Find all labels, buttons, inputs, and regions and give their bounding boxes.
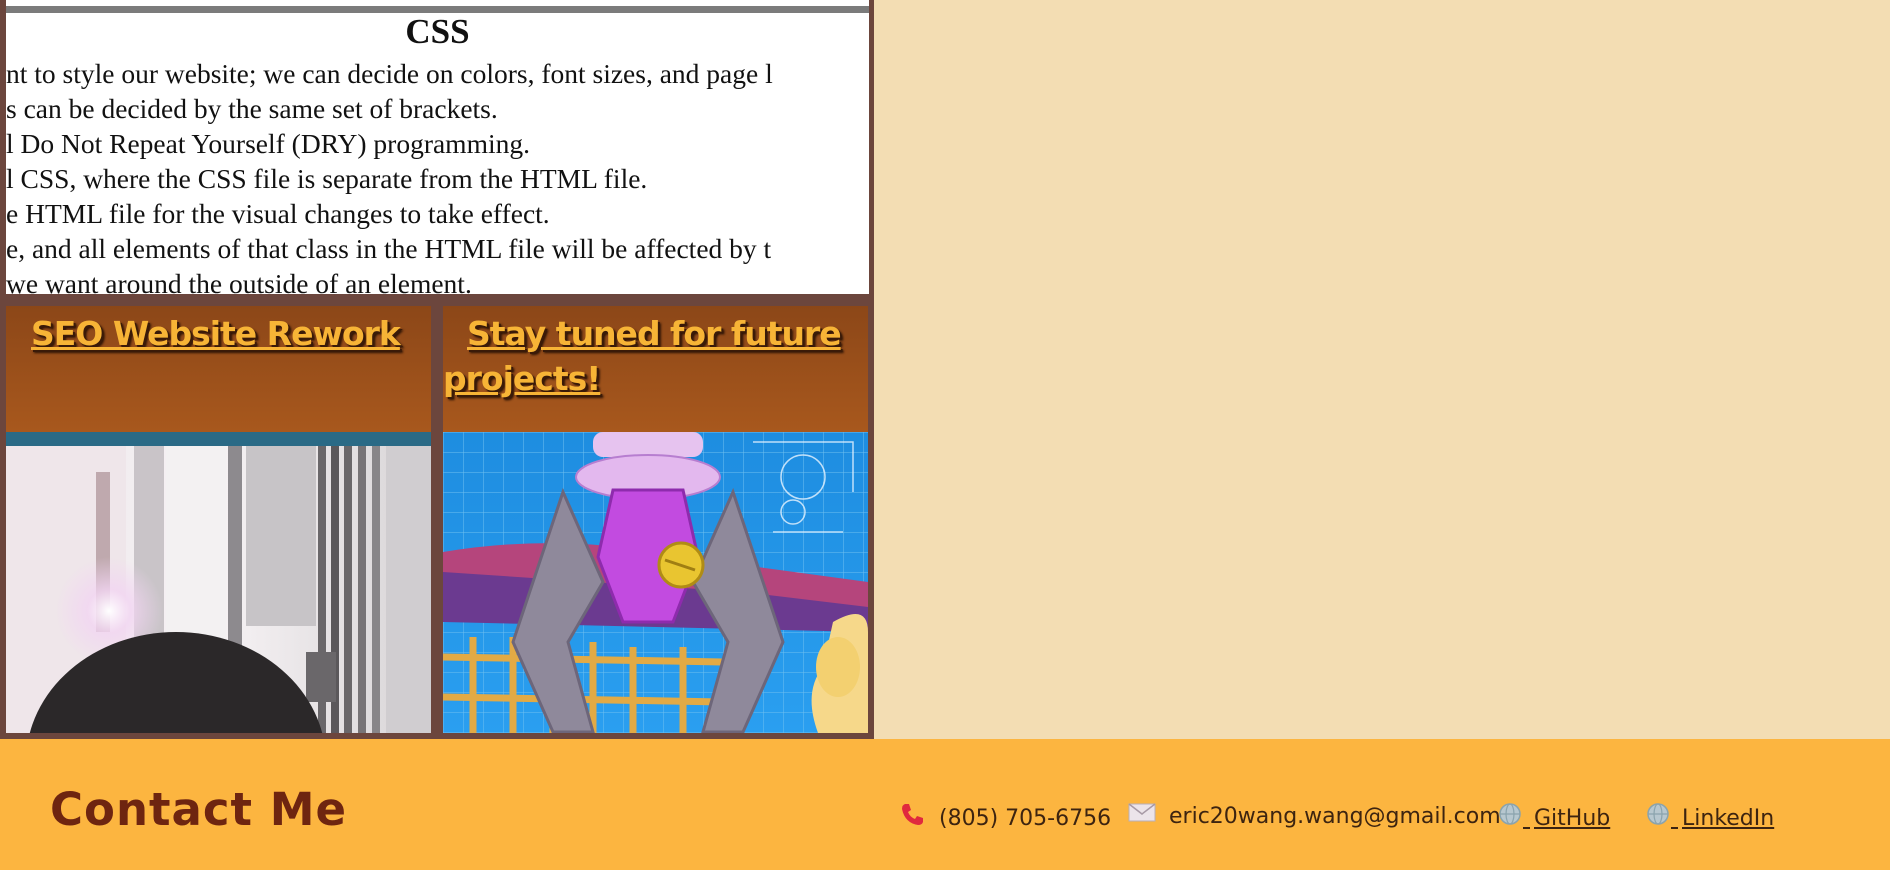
phone-icon xyxy=(900,801,926,836)
contact-footer: Contact Me (805) 705-6756 eric20wang.wan… xyxy=(0,739,1890,870)
linkedin-contact: LinkedIn xyxy=(1645,801,1774,831)
email-address[interactable]: eric20wang.wang@gmail.com xyxy=(1169,804,1501,829)
linkedin-link[interactable]: LinkedIn xyxy=(1645,803,1775,831)
future-project-image[interactable] xyxy=(443,432,868,733)
globe-icon xyxy=(1645,801,1671,836)
css-card-line: e HTML file for the visual changes to ta… xyxy=(6,198,550,229)
phone-contact: (805) 705-6756 xyxy=(900,801,1111,831)
contact-heading: Contact Me xyxy=(50,783,348,836)
css-card-line: e, and all elements of that class in the… xyxy=(6,233,772,264)
phone-number[interactable]: (805) 705-6756 xyxy=(939,806,1111,831)
person-at-window-photo xyxy=(6,432,431,733)
globe-icon xyxy=(1497,801,1523,836)
robot-claw-illustration xyxy=(443,432,868,733)
seo-project-link[interactable]: SEO Website Rework xyxy=(31,311,401,356)
future-project-link[interactable]: Stay tuned for future projects! xyxy=(443,311,868,401)
css-card-title: CSS xyxy=(405,12,470,51)
seo-project-header: SEO Website Rework xyxy=(6,306,431,432)
css-card-line: nt to style our website; we can decide o… xyxy=(6,58,773,89)
css-card-line: l CSS, where the CSS file is separate fr… xyxy=(6,163,648,194)
github-link[interactable]: GitHub xyxy=(1497,803,1611,831)
envelope-icon xyxy=(1128,801,1156,832)
css-card-line: we want around the outside of an element… xyxy=(6,268,472,294)
future-project-header: Stay tuned for future projects! xyxy=(443,306,868,432)
project-gallery: CSS nt to style our website; we can deci… xyxy=(0,0,874,739)
css-card-line: s can be decided by the same set of brac… xyxy=(6,93,498,124)
github-contact: GitHub xyxy=(1497,801,1610,831)
linkedin-label: LinkedIn xyxy=(1682,805,1775,831)
email-contact: eric20wang.wang@gmail.com xyxy=(1128,801,1501,831)
css-project-card[interactable]: CSS nt to style our website; we can deci… xyxy=(6,0,869,294)
css-card-line: l Do Not Repeat Yourself (DRY) programmi… xyxy=(6,128,530,159)
seo-project-image[interactable] xyxy=(6,432,431,733)
github-label: GitHub xyxy=(1534,805,1611,831)
